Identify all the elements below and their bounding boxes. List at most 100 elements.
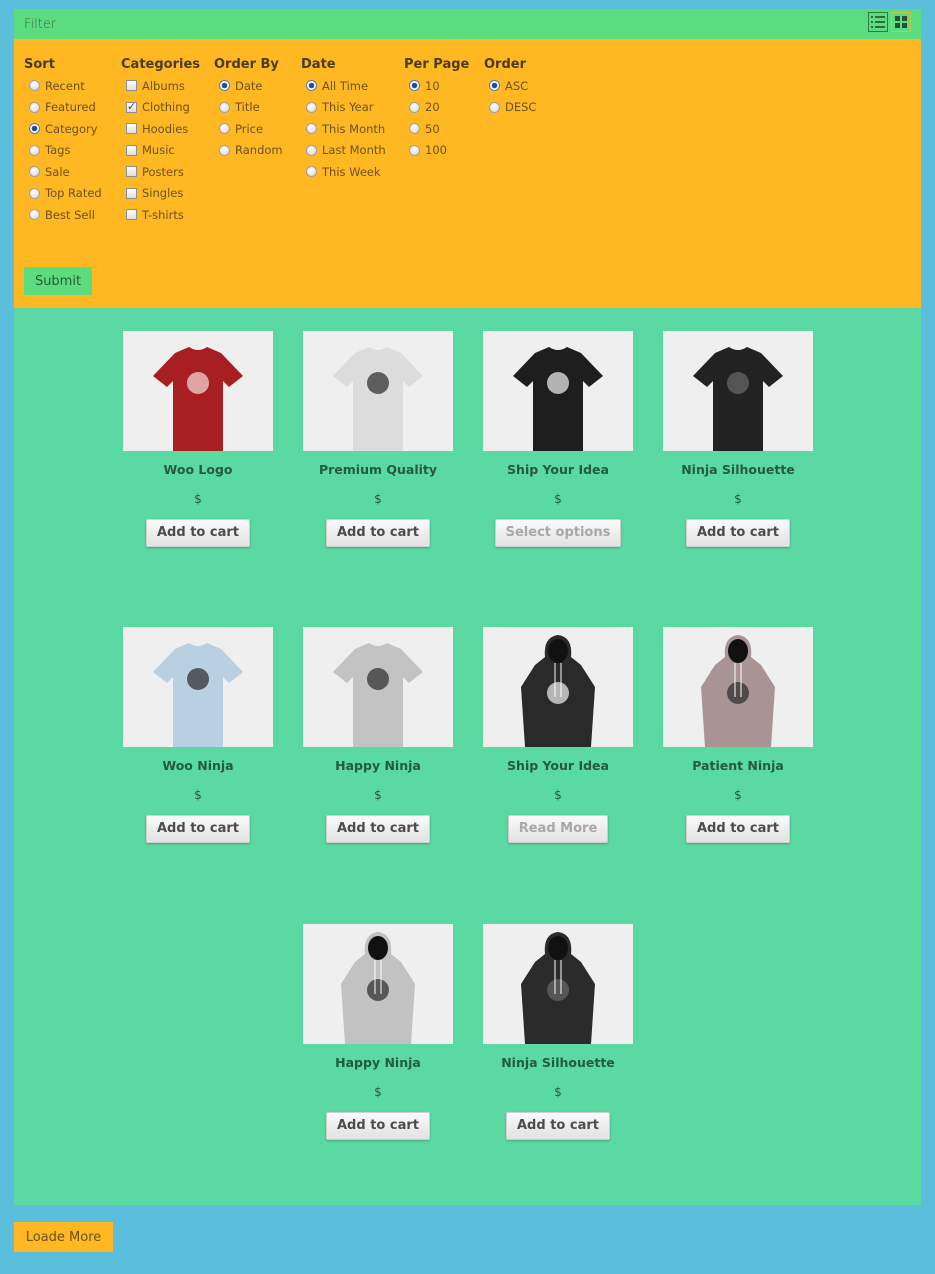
radio-button[interactable] [409,123,420,135]
filter-option[interactable]: Title [214,97,301,119]
product-name[interactable]: Ship Your Idea [483,758,633,774]
filter-option[interactable]: Last Month [301,140,404,162]
filter-option[interactable]: 20 [404,97,484,119]
filter-option[interactable]: T-shirts [121,204,214,226]
radio-button[interactable] [306,166,317,178]
radio-button[interactable] [219,144,230,156]
product-name[interactable]: Ninja Silhouette [663,462,813,478]
product-image[interactable] [123,627,273,747]
filter-option[interactable]: DESC [484,97,554,119]
radio-button[interactable] [219,80,230,92]
product-name[interactable]: Ship Your Idea [483,462,633,478]
filter-option[interactable]: Clothing [121,97,214,119]
filter-option[interactable]: 10 [404,75,484,97]
filter-option[interactable]: Date [214,75,301,97]
filter-option[interactable]: Price [214,118,301,140]
filter-option[interactable]: Hoodies [121,118,214,140]
product-image[interactable] [483,331,633,451]
radio-button[interactable] [306,123,317,135]
product-image[interactable] [303,331,453,451]
radio-button[interactable] [409,144,420,156]
filter-option[interactable]: This Week [301,161,404,183]
product-price: $ [374,1085,382,1099]
filter-option[interactable]: Recent [24,75,121,97]
radio-button[interactable] [306,80,317,92]
add-to-cart-button[interactable]: Add to cart [506,1112,610,1140]
filter-option[interactable]: Sale [24,161,121,183]
filter-option[interactable]: Albums [121,75,214,97]
radio-button[interactable] [29,144,40,156]
filter-option[interactable]: This Year [301,97,404,119]
add-to-cart-button[interactable]: Add to cart [686,519,790,547]
product-name[interactable]: Premium Quality [303,462,453,478]
product-name[interactable]: Woo Logo [123,462,273,478]
radio-button[interactable] [219,123,230,135]
radio-button[interactable] [489,80,500,92]
product-image[interactable] [663,331,813,451]
filter-option[interactable]: Category [24,118,121,140]
filter-option[interactable]: 50 [404,118,484,140]
checkbox[interactable] [126,166,137,178]
radio-button[interactable] [29,101,40,113]
product-image[interactable] [483,627,633,747]
product-name[interactable]: Woo Ninja [123,758,273,774]
filter-option[interactable]: ASC [484,75,554,97]
product-name[interactable]: Happy Ninja [303,1055,453,1071]
filter-option[interactable]: Posters [121,161,214,183]
filter-heading: Date [301,57,336,72]
product-image[interactable] [483,924,633,1044]
filter-option[interactable]: Top Rated [24,183,121,205]
checkbox[interactable] [126,187,137,199]
submit-button[interactable]: Submit [24,267,92,295]
product-name[interactable]: Ninja Silhouette [483,1055,633,1071]
radio-button[interactable] [306,144,317,156]
radio-button[interactable] [219,101,230,113]
radio-button[interactable] [29,123,40,135]
radio-button[interactable] [306,101,317,113]
filter-option-label: DESC [505,100,537,115]
load-more-button[interactable]: Loade More [14,1222,113,1252]
add-to-cart-button[interactable]: Add to cart [686,815,790,843]
filter-option[interactable]: Music [121,140,214,162]
grid-view-button[interactable] [891,12,911,32]
checkbox[interactable] [126,144,137,156]
product-image[interactable] [663,627,813,747]
product-image[interactable] [123,331,273,451]
add-to-cart-button[interactable]: Add to cart [326,1112,430,1140]
add-to-cart-button[interactable]: Select options [494,519,622,547]
filter-heading: Sort [24,57,55,72]
add-to-cart-button[interactable]: Add to cart [146,815,250,843]
radio-button[interactable] [409,80,420,92]
filter-option[interactable]: Singles [121,183,214,205]
product-price: $ [734,492,742,506]
checkbox[interactable] [126,100,137,113]
filter-option[interactable]: This Month [301,118,404,140]
checkbox[interactable] [126,80,137,92]
product-name[interactable]: Happy Ninja [303,758,453,774]
filter-option[interactable]: Random [214,140,301,162]
product-name[interactable]: Patient Ninja [663,758,813,774]
product-image[interactable] [303,627,453,747]
list-view-button[interactable] [868,12,888,32]
radio-button[interactable] [409,101,420,113]
filter-option[interactable]: All Time [301,75,404,97]
checkbox[interactable] [126,209,137,221]
filter-option[interactable]: 100 [404,140,484,162]
radio-button[interactable] [489,101,500,113]
filter-option[interactable]: Tags [24,140,121,162]
filter-option-label: Hoodies [142,121,189,136]
checkbox[interactable] [126,123,137,135]
add-to-cart-button[interactable]: Add to cart [146,519,250,547]
filter-option-label: This Year [322,100,374,115]
product-image[interactable] [303,924,453,1044]
radio-button[interactable] [29,187,40,199]
radio-button[interactable] [29,209,40,221]
radio-button[interactable] [29,80,40,92]
add-to-cart-button[interactable]: Read More [507,815,609,843]
filter-option[interactable]: Best Sell [24,204,121,226]
filter-option-label: Albums [142,78,185,93]
add-to-cart-button[interactable]: Add to cart [326,519,430,547]
radio-button[interactable] [29,166,40,178]
add-to-cart-button[interactable]: Add to cart [326,815,430,843]
filter-option[interactable]: Featured [24,97,121,119]
